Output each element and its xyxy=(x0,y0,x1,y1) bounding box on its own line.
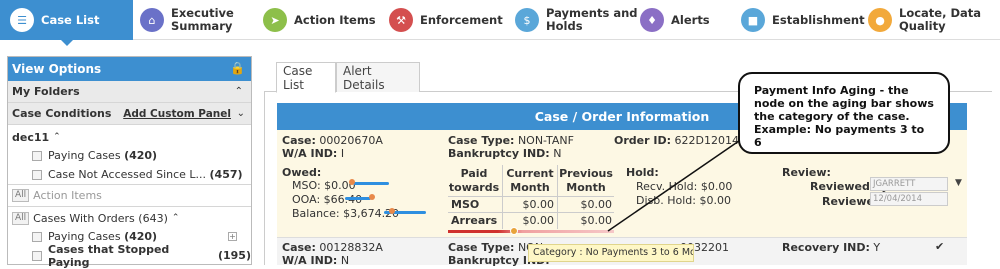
callout-annotation: Payment Info Aging - the node on the agi… xyxy=(738,72,950,154)
